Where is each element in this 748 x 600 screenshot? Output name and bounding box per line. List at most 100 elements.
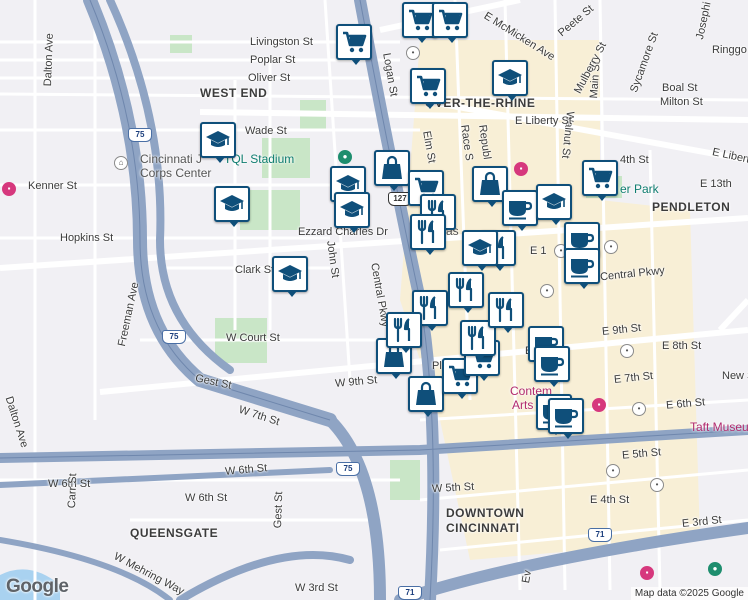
transit-stop-icon[interactable]: •: [650, 478, 664, 492]
interstate-shield: 71: [398, 586, 422, 600]
fork-knife-icon: [393, 317, 411, 343]
map-marker[interactable]: [272, 256, 308, 297]
coffee-icon: [571, 259, 595, 278]
street-label: Ev: [520, 569, 535, 585]
map-marker[interactable]: [536, 184, 572, 225]
map-marker[interactable]: [432, 2, 468, 43]
transit-stop-icon[interactable]: •: [406, 46, 420, 60]
fork-knife-icon: [467, 325, 485, 351]
cart-icon: [409, 9, 433, 31]
map-marker[interactable]: [502, 190, 538, 231]
street-label: Clark St: [235, 264, 275, 276]
map-marker[interactable]: [410, 68, 446, 109]
place-label[interactable]: Corps Center: [140, 166, 211, 180]
map-marker[interactable]: [410, 214, 446, 255]
street-label: W 3rd St: [295, 582, 338, 594]
street-label: Wade St: [245, 125, 287, 137]
map-marker[interactable]: [488, 292, 524, 333]
interstate-shield: 75: [162, 330, 186, 344]
cart-icon: [417, 75, 441, 97]
school-icon: [220, 195, 244, 211]
place-label[interactable]: Cincinnati J: [140, 152, 202, 166]
transit-stop-icon[interactable]: •: [604, 240, 618, 254]
street-label: E 4th St: [590, 494, 630, 506]
interstate-shield: 75: [336, 462, 360, 476]
street-label: Milton St: [660, 96, 703, 108]
street-label: Livingston St: [250, 36, 313, 48]
school-icon: [340, 201, 364, 217]
street-label: E Liberty St: [515, 115, 572, 127]
street-label: Poplar St: [250, 54, 296, 66]
street-label: Kenner St: [28, 180, 77, 192]
fork-knife-icon: [495, 297, 513, 323]
transit-stop-icon[interactable]: •: [632, 402, 646, 416]
street-label: Pl: [432, 360, 442, 372]
map-marker[interactable]: [408, 376, 444, 417]
map-marker[interactable]: [534, 346, 570, 387]
map-marker[interactable]: [386, 312, 422, 353]
fork-knife-icon: [417, 219, 435, 245]
street-label: Boal St: [662, 82, 698, 94]
transit-stop-icon[interactable]: •: [540, 284, 554, 298]
street-label: W Court St: [226, 332, 280, 344]
map-marker[interactable]: [334, 192, 370, 233]
stadium-icon[interactable]: ●: [338, 150, 352, 164]
street-label: E 1: [530, 245, 547, 257]
interstate-shield: 71: [588, 528, 612, 542]
street-label: Ringgo: [712, 44, 747, 56]
map[interactable]: Livingston St Poplar St Oliver St Wade S…: [0, 0, 748, 600]
street-label: E 8th St: [662, 340, 702, 352]
street-label: Carr St: [66, 473, 80, 509]
fork-knife-icon: [455, 277, 473, 303]
street-label: Gest St: [272, 491, 286, 529]
park-icon[interactable]: ●: [708, 562, 722, 576]
map-marker[interactable]: [336, 24, 372, 65]
coffee-icon: [555, 409, 579, 428]
map-marker[interactable]: [462, 230, 498, 271]
street-label: 4th St: [620, 154, 649, 166]
bag-icon: [382, 155, 402, 179]
map-marker[interactable]: [200, 122, 236, 163]
museum-icon[interactable]: ▪: [514, 162, 528, 176]
coffee-icon: [541, 357, 565, 376]
coffee-icon: [509, 201, 533, 220]
school-icon: [278, 265, 302, 281]
landmark-icon[interactable]: ⌂: [114, 156, 128, 170]
place-label[interactable]: Arts: [512, 398, 533, 412]
map-marker[interactable]: [448, 272, 484, 313]
museum-icon[interactable]: ▪: [2, 182, 16, 196]
school-icon: [542, 193, 566, 209]
map-marker[interactable]: [564, 248, 600, 289]
bag-icon: [416, 381, 436, 405]
transit-stop-icon[interactable]: •: [606, 464, 620, 478]
place-label[interactable]: er Park: [620, 182, 659, 196]
neighborhood-label: DOWNTOWN: [446, 506, 525, 520]
google-logo: Google: [6, 576, 69, 597]
street-label: W 5th St: [431, 480, 475, 496]
map-marker[interactable]: [582, 160, 618, 201]
interstate-shield: 75: [128, 128, 152, 142]
neighborhood-label: PENDLETON: [652, 200, 731, 214]
transit-stop-icon[interactable]: •: [620, 344, 634, 358]
cart-icon: [439, 9, 463, 31]
street-label: W 6th St: [185, 492, 228, 504]
neighborhood-label: QUEENSGATE: [130, 526, 219, 540]
map-marker[interactable]: [214, 186, 250, 227]
museum-icon[interactable]: ▪: [640, 566, 654, 580]
street-label: New S: [722, 370, 748, 382]
map-marker[interactable]: [374, 150, 410, 191]
cart-icon: [589, 167, 613, 189]
cart-icon: [343, 31, 367, 53]
bag-icon: [480, 171, 500, 195]
street-label: Dalton Ave: [42, 33, 56, 87]
museum-icon[interactable]: ▪: [592, 398, 606, 412]
street-label: Hopkins St: [60, 232, 114, 244]
map-attribution[interactable]: Map data ©2025 Google: [630, 587, 748, 600]
school-icon: [468, 239, 492, 255]
place-label[interactable]: Taft Museu: [690, 420, 748, 434]
school-icon: [206, 131, 230, 147]
neighborhood-label: CINCINNATI: [446, 521, 520, 535]
map-marker[interactable]: [492, 60, 528, 101]
street-label: Oliver St: [248, 72, 291, 84]
map-marker[interactable]: [548, 398, 584, 439]
